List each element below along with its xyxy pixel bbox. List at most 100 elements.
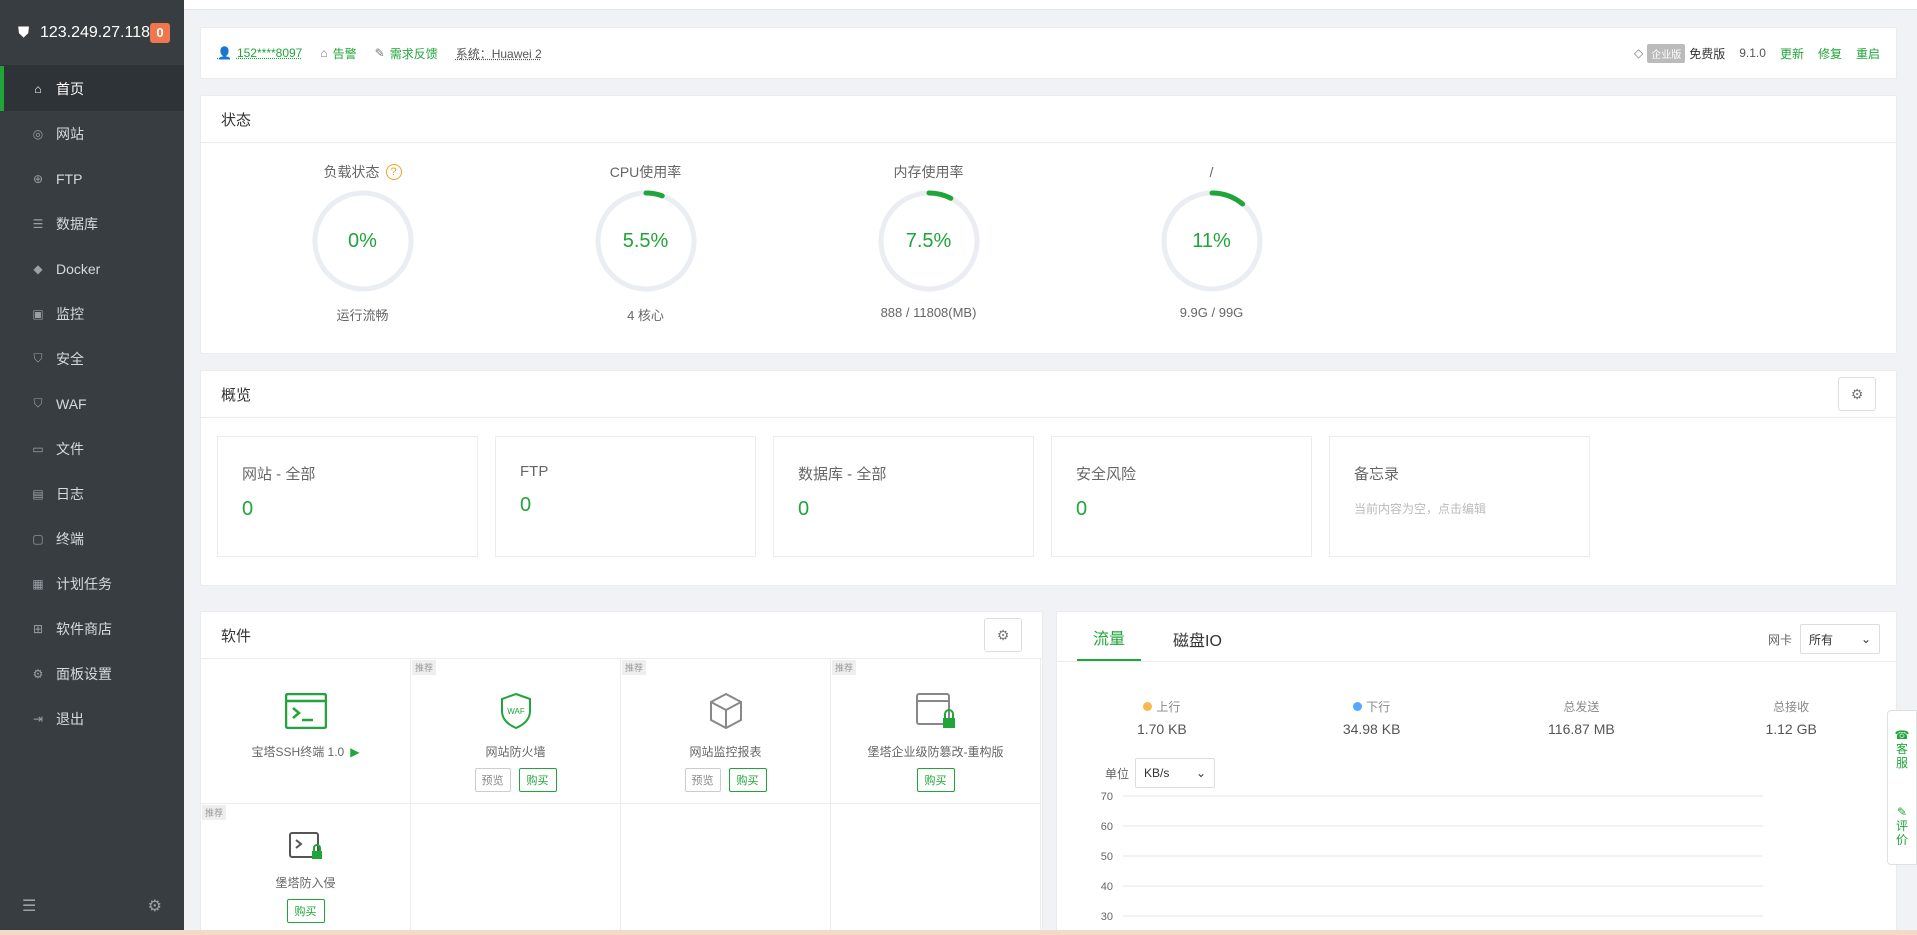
sidebar-item-home[interactable]: ⌂ 首页 — [0, 66, 184, 111]
nic-select[interactable]: 所有 ⌄ — [1800, 624, 1880, 654]
locked-window-icon — [912, 689, 960, 733]
stat-value: 34.98 KB — [1342, 721, 1401, 737]
gauge-ring: 0% — [309, 187, 417, 295]
buy-button[interactable]: 购买 — [728, 768, 767, 792]
software-item-site-monitor[interactable]: 推荐 网站监控报表 预览 购买 — [621, 659, 831, 804]
sidebar-header: ⛊ 123.249.27.118 0 — [0, 0, 184, 66]
sidebar-item-waf[interactable]: ⛉ WAF — [0, 381, 184, 426]
overview-box-security-risk[interactable]: 安全风险 0 — [1051, 436, 1312, 557]
enterprise-tag: 企业版 — [1647, 43, 1686, 63]
software-settings-button[interactable]: ⚙ — [984, 618, 1022, 652]
alert-label: 告警 — [332, 46, 357, 61]
notification-badge[interactable]: 0 — [150, 22, 170, 43]
overview-settings-button[interactable]: ⚙ — [1838, 377, 1876, 411]
gauge-disk[interactable]: / 11% 9.9G / 99G — [1070, 143, 1353, 324]
sidebar-item-security[interactable]: ⛉ 安全 — [0, 336, 184, 381]
server-ip[interactable]: 123.249.27.118 — [40, 24, 150, 42]
sidebar-item-settings[interactable]: ⚙ 面板设置 — [0, 651, 184, 696]
sidebar-item-store[interactable]: ⊞ 软件商店 — [0, 606, 184, 651]
top-info-bar: 👤 152****8097 ⌂ 告警 ✎ 需求反馈 系统：Huawei 2 ◇ 企业版… — [200, 27, 1897, 79]
sidebar-item-monitor[interactable]: ▣ 监控 — [0, 291, 184, 336]
monitor-icon: ▣ — [32, 306, 44, 321]
gauge-load[interactable]: 负载状态? 0% 运行流畅 — [221, 143, 504, 324]
overview-box-database[interactable]: 数据库 - 全部 0 — [773, 436, 1034, 557]
gauge-memory[interactable]: 内存使用率 7.5% 888 / 11808(MB) — [787, 143, 1070, 324]
collapse-menu-icon[interactable]: ☰ — [22, 896, 36, 916]
software-item-ssh-terminal[interactable]: 宝塔SSH终端 1.0 ▶ — [201, 659, 411, 804]
sidebar-item-docker[interactable]: ◆ Docker — [0, 246, 184, 291]
sidebar-item-ftp[interactable]: ⊕ FTP — [0, 156, 184, 201]
gear-icon: ⚙ — [996, 626, 1010, 643]
diamond-icon: ◇ — [1634, 46, 1644, 60]
sidebar-item-website[interactable]: ◎ 网站 — [0, 111, 184, 156]
gauge-cpu[interactable]: CPU使用率 5.5% 4 核心 — [504, 143, 787, 324]
locked-terminal-icon — [282, 824, 330, 868]
software-name: 堡塔防入侵 — [275, 876, 336, 890]
edition-info[interactable]: ◇ 企业版 免费版 — [1634, 43, 1725, 63]
memo-placeholder[interactable]: 当前内容为空，点击编辑 — [1354, 500, 1565, 517]
tab-disk-io[interactable]: 磁盘IO — [1157, 627, 1238, 661]
sidebar-item-terminal[interactable]: ▢ 终端 — [0, 516, 184, 561]
chevron-down-icon: ⌄ — [1195, 766, 1207, 780]
sidebar-item-logout[interactable]: ⇥ 退出 — [0, 696, 184, 741]
buy-button[interactable]: 购买 — [518, 768, 557, 792]
restart-link[interactable]: 重启 — [1856, 45, 1880, 62]
update-link[interactable]: 更新 — [1780, 45, 1804, 62]
overview-box-label: 数据库 - 全部 — [798, 466, 887, 483]
overview-box-value[interactable]: 0 — [520, 494, 731, 517]
sidebar-item-logs[interactable]: ▤ 日志 — [0, 471, 184, 516]
repair-link[interactable]: 修复 — [1818, 45, 1842, 62]
gauge-value: 7.5% — [905, 229, 952, 252]
database-icon: ☰ — [32, 216, 44, 231]
alert-link[interactable]: ⌂ 告警 — [320, 45, 356, 62]
exit-icon: ⇥ — [32, 711, 44, 726]
y-tick-label: 40 — [1101, 881, 1113, 893]
gear-icon[interactable]: ⚙ — [148, 896, 162, 916]
globe-icon: ◎ — [32, 126, 44, 141]
preview-button[interactable]: 预览 — [684, 768, 721, 792]
help-icon[interactable]: ? — [385, 164, 402, 180]
sidebar-item-database[interactable]: ☰ 数据库 — [0, 201, 184, 246]
review-button[interactable]: ✎ 评价 — [1895, 805, 1909, 847]
software-item-waf[interactable]: 推荐 WAF 网站防火墙 预览 购买 — [411, 659, 621, 804]
software-empty-slot — [621, 804, 831, 935]
customer-service-button[interactable]: ☎ 客服 — [1895, 728, 1910, 771]
sidebar-item-label: 文件 — [56, 440, 84, 457]
nic-selector: 网卡 所有 ⌄ — [1768, 624, 1880, 654]
overview-box-value[interactable]: 0 — [1076, 498, 1287, 521]
stat-label: 总接收 — [1773, 700, 1810, 714]
recommend-tag: 推荐 — [832, 660, 857, 675]
svg-text:WAF: WAF — [507, 707, 525, 716]
memo-title: 备忘录 — [1354, 466, 1400, 483]
software-item-tamper-proof[interactable]: 推荐 堡塔企业级防篡改-重构版 购买 — [831, 659, 1041, 804]
waf-shield-icon: WAF — [492, 689, 540, 733]
feedback-link[interactable]: ✎ 需求反馈 — [375, 45, 438, 62]
chevron-down-icon: ⌄ — [1860, 632, 1871, 646]
gear-icon: ⚙ — [1850, 385, 1864, 402]
service-label: 客服 — [1895, 742, 1908, 771]
unit-select[interactable]: KB/s ⌄ — [1135, 758, 1216, 788]
gauge-sub: 4 核心 — [627, 308, 664, 323]
sidebar-item-cron[interactable]: ▦ 计划任务 — [0, 561, 184, 606]
nic-select-value: 所有 — [1809, 632, 1834, 647]
overview-box-ftp[interactable]: FTP 0 — [495, 436, 756, 557]
user-name: 152****8097 — [236, 46, 303, 60]
preview-button[interactable]: 预览 — [474, 768, 511, 792]
buy-button[interactable]: 购买 — [286, 899, 325, 923]
gauge-sub: 9.9G / 99G — [1179, 305, 1244, 320]
user-account-link[interactable]: 👤 152****8097 — [217, 46, 302, 60]
sidebar-item-label: 安全 — [56, 350, 84, 367]
memo-box[interactable]: 备忘录当前内容为空，点击编辑 — [1329, 436, 1590, 557]
overview-box-value[interactable]: 0 — [798, 498, 1009, 521]
recommend-tag: 推荐 — [412, 660, 437, 675]
buy-button[interactable]: 购买 — [916, 768, 955, 792]
version-label: 9.1.0 — [1739, 46, 1766, 60]
software-item-intrusion-prevention[interactable]: 推荐 堡塔防入侵 购买 — [201, 804, 411, 935]
tab-traffic[interactable]: 流量 — [1077, 625, 1142, 661]
shield-icon: ⛉ — [33, 396, 43, 410]
play-icon[interactable]: ▶ — [350, 745, 359, 759]
overview-box-websites[interactable]: 网站 - 全部 0 — [217, 436, 478, 557]
sidebar-item-files[interactable]: ▭ 文件 — [0, 426, 184, 471]
sidebar-item-label: 软件商店 — [56, 620, 112, 637]
overview-box-value[interactable]: 0 — [242, 498, 453, 521]
